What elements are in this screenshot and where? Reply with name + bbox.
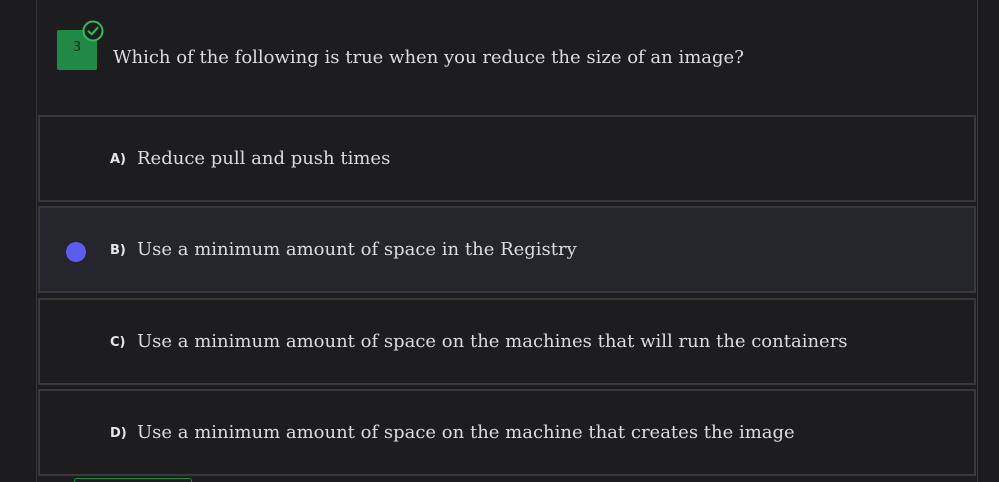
option-text: Use a minimum amount of space in the Reg… (137, 239, 577, 260)
question-number: 3 (72, 40, 82, 55)
option-text: Reduce pull and push times (137, 148, 391, 169)
option-text: Use a minimum amount of space on the mac… (137, 422, 795, 443)
option-letter: C) (110, 335, 126, 350)
question-card: 3 Which of the following is true when yo… (36, 0, 978, 482)
question-text: Which of the following is true when you … (113, 47, 744, 68)
question-header: 3 Which of the following is true when yo… (37, 0, 977, 115)
check-circle-icon (82, 20, 104, 42)
option-b[interactable]: B) Use a minimum amount of space in the … (38, 206, 976, 293)
option-d[interactable]: D) Use a minimum amount of space on the … (38, 389, 976, 476)
option-c[interactable]: C) Use a minimum amount of space on the … (38, 298, 976, 385)
option-text: Use a minimum amount of space on the mac… (137, 331, 848, 352)
next-button-edge[interactable] (74, 478, 192, 482)
option-letter: B) (110, 243, 126, 258)
option-letter: D) (110, 426, 127, 441)
quiz-page: 3 Which of the following is true when yo… (0, 0, 999, 482)
option-a[interactable]: A) Reduce pull and push times (38, 115, 976, 202)
option-letter: A) (110, 152, 127, 167)
selected-radio-icon[interactable] (66, 242, 86, 262)
